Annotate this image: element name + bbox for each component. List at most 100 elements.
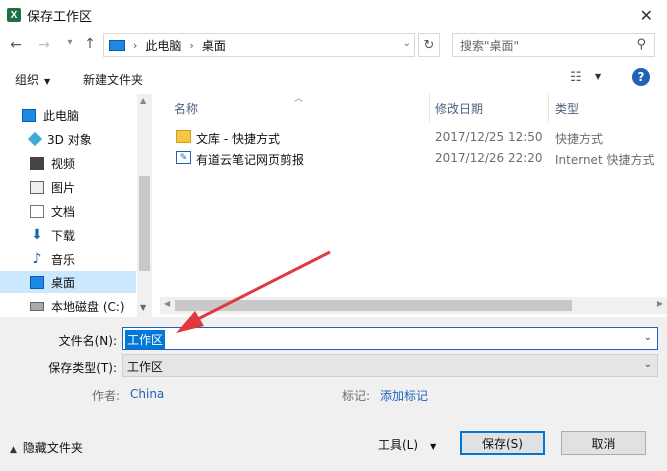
filetype-label: 保存类型(T):: [48, 361, 117, 375]
up-arrow-icon[interactable]: ↑: [82, 36, 98, 52]
nav-scrollbar[interactable]: ▲ ▼: [137, 94, 152, 317]
3d-objects-icon: [27, 131, 43, 147]
address-bar[interactable]: › 此电脑 › 桌面 ⌄: [103, 33, 415, 57]
file-type: 快捷方式: [555, 132, 604, 146]
scroll-down-icon[interactable]: ▼: [140, 303, 146, 312]
music-icon: ♪: [32, 251, 42, 267]
sidebar-item-label: 本地磁盘 (C:): [51, 299, 125, 314]
disk-icon: [30, 301, 44, 311]
scrollbar-thumb[interactable]: [139, 176, 150, 271]
filename-label: 文件名(N):: [58, 334, 117, 348]
save-form: 文件名(N): 工作区 ⌄ 保存类型(T): 工作区 ⌄ 作者: China 标…: [0, 317, 667, 471]
desktop-icon: [30, 275, 44, 289]
organize-label: 组织: [15, 73, 40, 87]
sidebar-item-videos[interactable]: 视频: [0, 152, 136, 174]
caret-down-icon[interactable]: ▼: [595, 72, 601, 81]
author-value[interactable]: China: [130, 387, 164, 401]
back-arrow-icon[interactable]: ←: [8, 37, 24, 53]
help-icon[interactable]: ?: [632, 68, 650, 86]
file-row[interactable]: ✎ 有道云笔记网页剪报 2017/12/26 22:20 Internet 快捷…: [160, 148, 667, 169]
tools-menu-button[interactable]: 工具(L) ▼: [378, 436, 436, 453]
view-options-icon[interactable]: ☷: [570, 70, 582, 85]
file-list: ︿ 名称 修改日期 类型 文库 - 快捷方式 2017/12/25 12:50 …: [160, 94, 667, 317]
file-type: Internet 快捷方式: [555, 153, 655, 167]
breadcrumb-separator-icon[interactable]: ›: [133, 39, 137, 52]
video-icon: [30, 156, 44, 170]
scroll-left-icon[interactable]: ◀: [164, 299, 170, 308]
sidebar-item-documents[interactable]: 文档: [0, 200, 136, 222]
scroll-up-icon[interactable]: ▲: [140, 96, 146, 105]
new-folder-button[interactable]: 新建文件夹: [83, 71, 143, 88]
file-row[interactable]: 文库 - 快捷方式 2017/12/25 12:50 快捷方式: [160, 127, 667, 148]
sidebar-item-this-pc[interactable]: 此电脑: [0, 104, 136, 126]
hide-folders-label: 隐藏文件夹: [22, 441, 83, 455]
column-header-name[interactable]: 名称: [174, 94, 198, 122]
breadcrumb-desktop[interactable]: 桌面: [202, 37, 226, 54]
add-tag-link[interactable]: 添加标记: [380, 387, 428, 404]
file-name: 有道云笔记网页剪报: [196, 153, 305, 167]
column-header-date[interactable]: 修改日期: [435, 94, 483, 122]
breadcrumb-this-pc[interactable]: 此电脑: [145, 37, 181, 54]
filename-value[interactable]: 工作区: [125, 330, 166, 349]
author-label: 作者:: [92, 389, 121, 403]
recent-locations-chevron-icon[interactable]: ▾: [62, 37, 78, 48]
breadcrumb-separator-icon[interactable]: ›: [189, 39, 193, 52]
file-date: 2017/12/25 12:50: [435, 130, 543, 144]
sidebar-item-local-disk[interactable]: 本地磁盘 (C:): [0, 295, 136, 317]
sidebar-item-label: 文档: [51, 204, 76, 219]
pictures-icon: [30, 180, 44, 194]
sidebar-item-music[interactable]: ♪ 音乐: [0, 248, 136, 270]
sidebar-item-label: 音乐: [51, 252, 76, 267]
caret-down-icon: ▼: [430, 442, 437, 451]
search-placeholder: 搜索"桌面": [460, 38, 520, 53]
navigation-pane: 此电脑 3D 对象 视频 图片 文档 ⬇ 下载 ♪ 音乐 桌面 本地磁盘 (C:…: [0, 94, 152, 317]
window-title: 保存工作区: [27, 9, 93, 25]
sidebar-item-label: 视频: [51, 156, 76, 171]
scrollbar-thumb[interactable]: [175, 300, 572, 311]
filetype-value: 工作区: [127, 360, 164, 374]
sidebar-item-label: 3D 对象: [47, 132, 92, 147]
caret-down-icon: ▼: [44, 77, 51, 86]
file-name: 文库 - 快捷方式: [196, 132, 280, 146]
column-header-type[interactable]: 类型: [555, 94, 579, 122]
column-divider[interactable]: [548, 94, 549, 122]
pc-icon: [22, 108, 36, 122]
scroll-right-icon[interactable]: ▶: [657, 299, 663, 308]
forward-arrow-icon[interactable]: →: [36, 37, 52, 53]
filename-field[interactable]: 工作区 ⌄: [122, 327, 658, 350]
sidebar-item-desktop[interactable]: 桌面: [0, 271, 136, 293]
close-icon[interactable]: ✕: [640, 6, 653, 25]
excel-app-icon: X: [7, 8, 21, 22]
tags-label: 标记:: [342, 389, 371, 403]
search-icon[interactable]: ⚲: [636, 37, 646, 52]
filetype-select[interactable]: 工作区 ⌄: [122, 354, 658, 377]
sidebar-item-label: 桌面: [51, 275, 76, 290]
chevron-up-icon: ▲: [10, 445, 17, 455]
search-input[interactable]: 搜索"桌面" ⚲: [452, 33, 655, 57]
organize-menu-button[interactable]: 组织 ▼: [15, 71, 50, 88]
refresh-icon[interactable]: ↻: [418, 33, 440, 57]
youdao-icon: ✎: [176, 151, 191, 164]
folder-shortcut-icon: [176, 130, 191, 143]
sidebar-item-pictures[interactable]: 图片: [0, 176, 136, 198]
documents-icon: [30, 204, 44, 218]
sidebar-item-3d-objects[interactable]: 3D 对象: [0, 128, 136, 150]
pc-icon: [109, 39, 125, 51]
horizontal-scrollbar[interactable]: ◀ ▶: [160, 297, 667, 314]
file-date: 2017/12/26 22:20: [435, 151, 543, 165]
sidebar-item-label: 图片: [51, 180, 76, 195]
address-row: ← → ▾ ↑ › 此电脑 › 桌面 ⌄ ↻ 搜索"桌面" ⚲: [0, 30, 667, 62]
tools-label: 工具(L): [378, 438, 419, 452]
command-bar: 组织 ▼ 新建文件夹 ☷ ▼ ?: [0, 63, 667, 93]
save-button[interactable]: 保存(S): [460, 431, 545, 455]
cancel-button[interactable]: 取消: [561, 431, 646, 455]
chevron-down-icon[interactable]: ⌄: [644, 359, 652, 370]
sidebar-item-label: 下载: [51, 228, 76, 243]
download-icon: ⬇: [31, 227, 43, 243]
sidebar-item-label: 此电脑: [43, 108, 80, 123]
chevron-down-icon[interactable]: ⌄: [644, 332, 652, 343]
column-divider[interactable]: [429, 94, 430, 122]
chevron-down-icon[interactable]: ⌄: [403, 38, 411, 49]
sidebar-item-downloads[interactable]: ⬇ 下载: [0, 224, 136, 246]
hide-folders-toggle[interactable]: ▲ 隐藏文件夹: [10, 439, 83, 456]
